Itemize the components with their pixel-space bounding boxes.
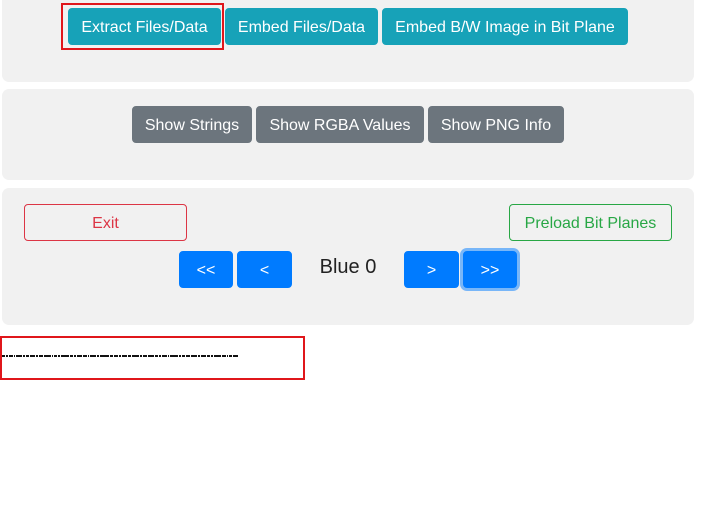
show-strings-button[interactable]: Show Strings <box>132 106 252 143</box>
preload-bit-planes-button[interactable]: Preload Bit Planes <box>509 204 672 241</box>
bit-plane-image <box>2 354 288 357</box>
show-png-info-button[interactable]: Show PNG Info <box>428 106 564 143</box>
first-plane-button[interactable]: << <box>179 251 233 288</box>
embed-files-button[interactable]: Embed Files/Data <box>225 8 378 45</box>
embed-bw-image-button[interactable]: Embed B/W Image in Bit Plane <box>382 8 628 45</box>
prev-plane-button[interactable]: < <box>237 251 292 288</box>
next-plane-button[interactable]: > <box>404 251 459 288</box>
extract-files-button[interactable]: Extract Files/Data <box>68 8 221 45</box>
show-rgba-button[interactable]: Show RGBA Values <box>256 106 424 143</box>
last-plane-button[interactable]: >> <box>463 251 517 288</box>
exit-button[interactable]: Exit <box>24 204 187 241</box>
bit-plane-image-highlight <box>0 336 305 380</box>
current-plane-label: Blue 0 <box>319 256 377 278</box>
